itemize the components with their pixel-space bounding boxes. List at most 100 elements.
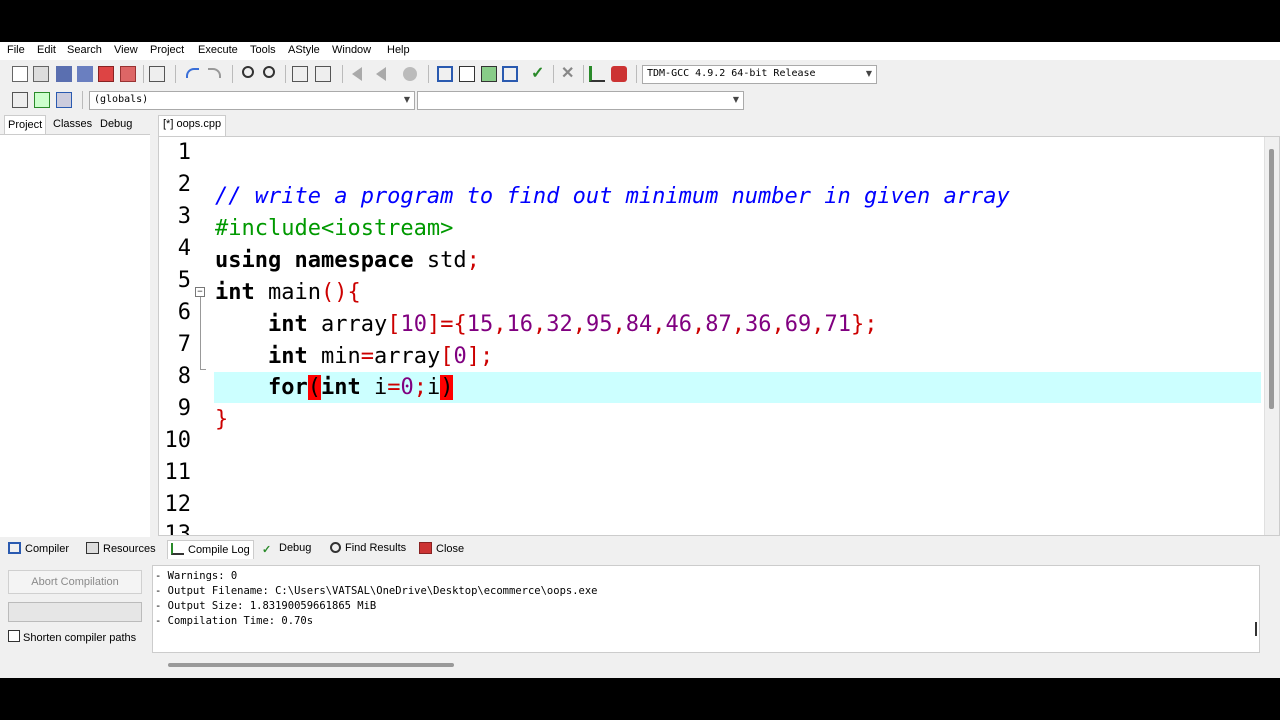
grid-icon (8, 542, 21, 554)
menu-edit[interactable]: Edit (37, 44, 56, 56)
tab-compiler[interactable]: Compiler (8, 542, 69, 555)
rebuild-icon[interactable] (502, 66, 518, 82)
tab-compile-log[interactable]: Compile Log (167, 540, 254, 559)
tab-debug-bottom-label: Debug (279, 542, 312, 554)
fold-line (200, 297, 201, 369)
menu-execute[interactable]: Execute (198, 44, 238, 56)
undo-icon[interactable] (186, 68, 199, 78)
menu-search[interactable]: Search (67, 44, 102, 56)
line-number: 7 (177, 332, 191, 357)
scope-combo[interactable]: (globals) ▼ (89, 91, 415, 110)
new-file-icon[interactable] (12, 66, 28, 82)
compile-log-output[interactable]: - Warnings: 0 - Output Filename: C:\User… (152, 565, 1260, 653)
tab-find-results-label: Find Results (345, 542, 407, 554)
identifier: i (360, 375, 388, 400)
compiler-select[interactable]: TDM-GCC 4.9.2 64-bit Release ▼ (642, 65, 877, 84)
shorten-paths-checkbox[interactable]: Shorten compiler paths (8, 630, 136, 644)
forward-icon[interactable] (376, 67, 386, 81)
save-all-icon[interactable] (77, 66, 93, 82)
tab-project[interactable]: Project (4, 115, 47, 135)
checkbox-box[interactable] (8, 630, 20, 642)
line-number: 9 (177, 396, 191, 421)
tab-debug-bottom[interactable]: ✓ Debug (262, 542, 311, 556)
number: 36 (744, 312, 772, 337)
log-line: - Compilation Time: 0.70s (155, 615, 314, 627)
keyword: using namespace (215, 248, 414, 273)
find-icon[interactable] (242, 66, 254, 78)
class-toolbar: (globals) ▼ ▼ (0, 88, 750, 112)
toolbar-separator (143, 65, 144, 83)
close-all-icon[interactable] (120, 66, 136, 82)
profile-icon[interactable] (589, 66, 605, 82)
project-pane: Project Classes Debug (0, 114, 150, 537)
identifier: array (307, 312, 388, 337)
tab-debug[interactable]: Debug (97, 118, 135, 130)
menu-tools[interactable]: Tools (250, 44, 276, 56)
open-file-icon[interactable] (33, 66, 49, 82)
project-tree[interactable] (0, 134, 150, 537)
goto-icon[interactable] (403, 67, 417, 81)
comma: , (731, 312, 745, 337)
keyword: int (320, 375, 361, 400)
code-editor[interactable]: 1 2 3 4 5 6 7 8 9 10 11 12 13 − // write… (158, 136, 1280, 536)
line-number: 6 (177, 300, 191, 325)
back-icon[interactable] (352, 67, 362, 81)
symbol: = (360, 344, 374, 369)
syntax-check-icon[interactable]: ✓ (531, 66, 547, 82)
number: 0 (453, 344, 467, 369)
log-scroll-indicator (1255, 622, 1257, 636)
menu-view[interactable]: View (114, 44, 138, 56)
delete-profile-icon[interactable] (611, 66, 627, 82)
menu-astyle[interactable]: AStyle (288, 44, 320, 56)
run-icon[interactable] (459, 66, 475, 82)
compile-icon[interactable] (437, 66, 453, 82)
editor-vertical-scrollbar[interactable] (1264, 137, 1279, 535)
tab-classes[interactable]: Classes (50, 118, 95, 130)
member-combo[interactable]: ▼ (417, 91, 744, 110)
number: 71 (824, 312, 851, 337)
fold-collapse-icon[interactable]: − (195, 287, 205, 297)
comma: , (612, 312, 626, 337)
unindent-icon[interactable] (315, 66, 331, 82)
scrollbar-thumb[interactable] (1269, 149, 1274, 409)
symbol: (){ (320, 280, 361, 305)
main-toolbar: ✓ ✕ TDM-GCC 4.9.2 64-bit Release ▼ (0, 61, 880, 87)
compiler-select-value: TDM-GCC 4.9.2 64-bit Release (647, 68, 816, 79)
scope-combo-value: (globals) (94, 94, 149, 105)
compile-run-icon[interactable] (481, 66, 497, 82)
menu-file[interactable]: File (7, 44, 25, 56)
tab-find-results[interactable]: Find Results (330, 542, 406, 554)
close-file-icon[interactable] (98, 66, 114, 82)
abort-compilation-button[interactable]: Abort Compilation (8, 570, 142, 594)
insert-icon[interactable] (12, 92, 28, 108)
save-icon[interactable] (56, 66, 72, 82)
tab-close[interactable]: Close (419, 542, 464, 555)
menu-help[interactable]: Help (387, 44, 410, 56)
symbol: ; (466, 248, 480, 273)
tab-resources[interactable]: Resources (86, 542, 156, 555)
number: 15 (466, 312, 494, 337)
redo-icon[interactable] (208, 68, 221, 78)
menu-project[interactable]: Project (150, 44, 184, 56)
toggle-bookmark-icon[interactable] (34, 92, 50, 108)
goto-bookmark-icon[interactable] (56, 92, 72, 108)
code-line-1: // write a program to find out minimum n… (215, 181, 1010, 213)
comma: , (811, 312, 825, 337)
comma: , (691, 312, 706, 337)
line-number: 4 (177, 236, 191, 261)
line-number: 13 (164, 522, 192, 536)
number: 69 (784, 312, 812, 337)
toolbar-separator (583, 65, 584, 83)
symbol: ; (413, 375, 427, 400)
matched-bracket: ) (440, 375, 454, 400)
number: 32 (546, 312, 573, 337)
print-icon[interactable] (149, 66, 165, 82)
log-horizontal-scrollbar[interactable] (168, 663, 454, 667)
menu-window[interactable]: Window (332, 44, 371, 56)
symbol: [ (387, 312, 401, 337)
toolbar-separator (175, 65, 176, 83)
replace-icon[interactable] (263, 66, 275, 78)
editor-tab-oops[interactable]: [*] oops.cpp (158, 115, 227, 136)
stop-icon[interactable]: ✕ (561, 66, 577, 82)
indent-icon[interactable] (292, 66, 308, 82)
